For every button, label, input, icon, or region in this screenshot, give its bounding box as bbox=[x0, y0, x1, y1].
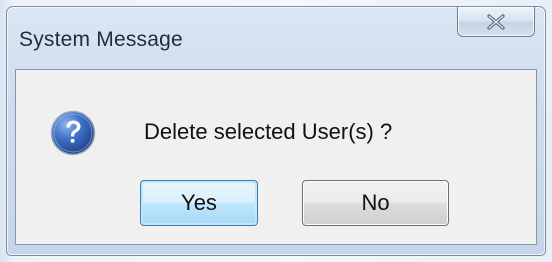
close-icon bbox=[487, 13, 505, 30]
dialog-title: System Message bbox=[19, 28, 183, 51]
dialog-body: Delete selected User(s) ? Yes No bbox=[15, 69, 537, 245]
screen: System Message Delete selected User(s) ?… bbox=[0, 0, 552, 262]
title-bar[interactable]: System Message bbox=[7, 7, 545, 67]
close-button[interactable] bbox=[457, 7, 535, 37]
question-icon bbox=[50, 110, 96, 156]
yes-button[interactable]: Yes bbox=[140, 180, 258, 226]
dialog-message: Delete selected User(s) ? bbox=[144, 119, 393, 144]
system-message-dialog: System Message Delete selected User(s) ?… bbox=[6, 6, 546, 256]
no-button[interactable]: No bbox=[302, 180, 449, 226]
